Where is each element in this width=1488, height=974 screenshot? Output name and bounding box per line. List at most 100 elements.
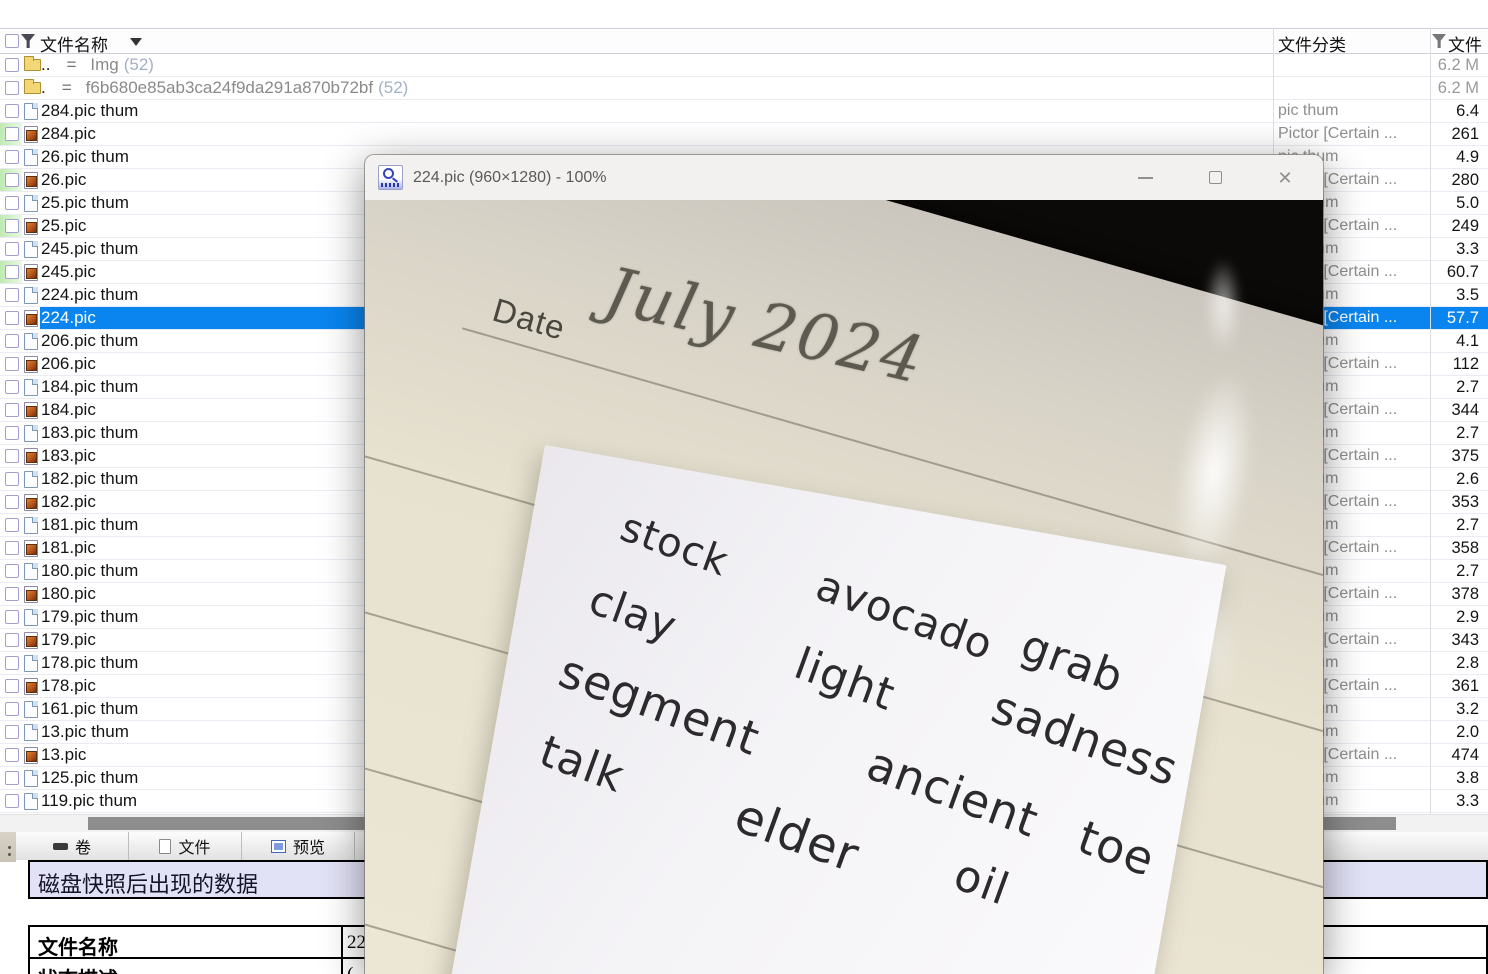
picture-file-icon bbox=[24, 218, 38, 235]
row-checkbox[interactable] bbox=[5, 334, 19, 348]
file-size: 361 bbox=[1451, 677, 1479, 695]
tab-volume[interactable]: 卷 bbox=[16, 832, 129, 860]
file-name: 125.pic thum bbox=[41, 768, 139, 787]
tab-label: 文件 bbox=[178, 840, 211, 857]
file-name: 284.pic thum bbox=[41, 101, 139, 120]
file-name: 25.pic bbox=[41, 216, 87, 235]
row-checkbox[interactable] bbox=[5, 173, 19, 187]
glare-streak bbox=[1189, 578, 1237, 713]
row-checkbox[interactable] bbox=[5, 679, 19, 693]
row-checkbox-cell bbox=[0, 675, 22, 697]
row-checkbox[interactable] bbox=[5, 495, 19, 509]
select-all-checkbox[interactable] bbox=[5, 34, 19, 48]
row-checkbox[interactable] bbox=[5, 219, 19, 233]
maximize-button[interactable] bbox=[1180, 155, 1250, 200]
row-checkbox[interactable] bbox=[5, 426, 19, 440]
magnifier-handle bbox=[392, 177, 398, 183]
row-checkbox[interactable] bbox=[5, 380, 19, 394]
row-checkbox[interactable] bbox=[5, 702, 19, 716]
tab-label: 预览 bbox=[292, 840, 325, 857]
folder-name: .. = Img (52) bbox=[41, 55, 154, 74]
row-checkbox[interactable] bbox=[5, 127, 19, 141]
file-name: 180.pic thum bbox=[41, 561, 139, 580]
file-name: 206.pic thum bbox=[41, 331, 139, 350]
row-checkbox[interactable] bbox=[5, 81, 19, 95]
row-checkbox-cell bbox=[0, 468, 22, 490]
row-checkbox-cell bbox=[0, 790, 22, 812]
file-size: 3.3 bbox=[1456, 240, 1479, 258]
filter-funnel-icon[interactable] bbox=[21, 34, 35, 48]
row-checkbox[interactable] bbox=[5, 196, 19, 210]
file-size: 375 bbox=[1451, 447, 1479, 465]
row-checkbox[interactable] bbox=[5, 564, 19, 578]
row-checkbox[interactable] bbox=[5, 403, 19, 417]
image-viewer-app-icon bbox=[378, 165, 403, 190]
row-checkbox[interactable] bbox=[5, 610, 19, 624]
document-file-icon bbox=[24, 379, 38, 396]
row-checkbox-cell bbox=[0, 284, 22, 306]
file-name: 179.pic bbox=[41, 630, 96, 649]
row-checkbox[interactable] bbox=[5, 265, 19, 279]
file-name: 13.pic thum bbox=[41, 722, 129, 741]
row-checkbox-cell bbox=[0, 146, 22, 168]
volume-icon bbox=[52, 842, 68, 850]
file-size: 5.0 bbox=[1456, 194, 1479, 212]
preview-window-titlebar[interactable]: 224.pic (960×1280) - 100% ✕ bbox=[365, 155, 1323, 200]
close-button[interactable]: ✕ bbox=[1250, 155, 1320, 200]
row-checkbox[interactable] bbox=[5, 242, 19, 256]
photo-preview: Date July 2024 stock clay avocado light grab… bbox=[365, 200, 1323, 974]
row-checkbox[interactable] bbox=[5, 725, 19, 739]
folder-row[interactable]: .. = Img (52) 6.2 M bbox=[0, 54, 1488, 77]
column-header-name[interactable]: 文件名称 bbox=[40, 31, 108, 56]
file-name: 26.pic thum bbox=[41, 147, 129, 166]
picture-file-icon bbox=[24, 632, 38, 649]
row-checkbox[interactable] bbox=[5, 633, 19, 647]
file-size: 2.7 bbox=[1456, 516, 1479, 534]
column-header-category[interactable]: 文件分类 bbox=[1278, 31, 1346, 56]
row-checkbox[interactable] bbox=[5, 656, 19, 670]
picture-file-icon bbox=[24, 310, 38, 327]
row-checkbox-cell bbox=[0, 606, 22, 628]
file-size: 6.2 M bbox=[1437, 79, 1479, 97]
sort-arrow-icon[interactable] bbox=[130, 38, 142, 46]
folder-icon bbox=[24, 79, 41, 94]
picture-file-icon bbox=[24, 448, 38, 465]
row-checkbox[interactable] bbox=[5, 748, 19, 762]
file-name: 183.pic bbox=[41, 446, 96, 465]
row-checkbox[interactable] bbox=[5, 541, 19, 555]
document-file-icon bbox=[24, 103, 38, 120]
row-checkbox[interactable] bbox=[5, 58, 19, 72]
file-name: 179.pic thum bbox=[41, 607, 139, 626]
row-checkbox[interactable] bbox=[5, 311, 19, 325]
row-checkbox[interactable] bbox=[5, 288, 19, 302]
row-checkbox[interactable] bbox=[5, 104, 19, 118]
row-checkbox[interactable] bbox=[5, 472, 19, 486]
row-checkbox[interactable] bbox=[5, 449, 19, 463]
row-checkbox-cell bbox=[0, 330, 22, 352]
row-checkbox[interactable] bbox=[5, 587, 19, 601]
row-checkbox[interactable] bbox=[5, 518, 19, 532]
row-checkbox[interactable] bbox=[5, 357, 19, 371]
file-size: 343 bbox=[1451, 631, 1479, 649]
file-list-header[interactable]: 文件名称 文件分类 文件大 bbox=[0, 28, 1488, 80]
table-row[interactable]: 284.pic Pictor [Certain ... 261 bbox=[0, 123, 1488, 146]
minimize-button[interactable] bbox=[1110, 155, 1180, 200]
row-checkbox[interactable] bbox=[5, 150, 19, 164]
folder-row[interactable]: . = f6b680e85ab3ca24f9da291a870b72bf (52) 6.… bbox=[0, 77, 1488, 100]
file-size: 6.2 M bbox=[1437, 56, 1479, 74]
document-file-icon bbox=[24, 770, 38, 787]
card-word: oil bbox=[947, 849, 1016, 916]
file-name: 178.pic thum bbox=[41, 653, 139, 672]
row-checkbox[interactable] bbox=[5, 771, 19, 785]
file-size: 4.9 bbox=[1456, 148, 1479, 166]
document-file-icon bbox=[24, 609, 38, 626]
row-checkbox-cell bbox=[0, 215, 22, 237]
tab-file[interactable]: 文件 bbox=[129, 832, 242, 860]
column-separator[interactable] bbox=[1430, 28, 1431, 814]
picture-file-icon bbox=[24, 356, 38, 373]
file-icon bbox=[159, 838, 172, 854]
size-filter-funnel-icon[interactable] bbox=[1432, 34, 1446, 48]
row-checkbox[interactable] bbox=[5, 794, 19, 808]
tab-preview[interactable]: 预览 bbox=[242, 832, 355, 860]
table-row[interactable]: 284.pic thum pic thum 6.4 bbox=[0, 100, 1488, 123]
